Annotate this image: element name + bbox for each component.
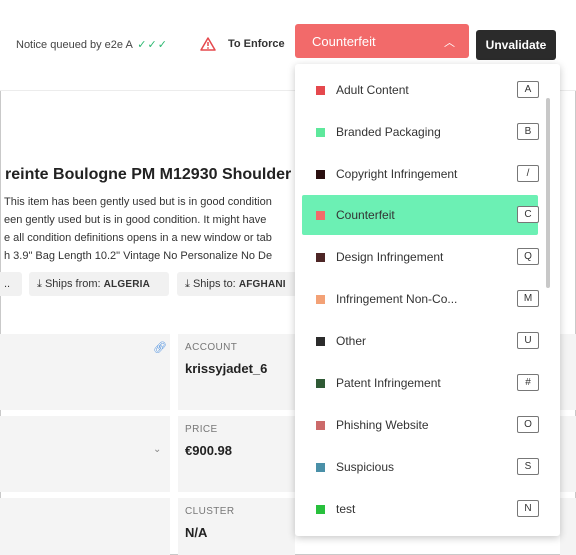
- ships-to-chip[interactable]: ⤓ Ships to: AFGHANI: [177, 272, 297, 296]
- info-card-right-edge: [560, 498, 576, 555]
- menu-item-label: Patent Infringement: [336, 376, 441, 390]
- warning-icon: [200, 37, 216, 51]
- shortcut-key: N: [517, 500, 539, 517]
- menu-scrollbar[interactable]: [546, 98, 550, 288]
- shortcut-key: B: [517, 123, 539, 140]
- unvalidate-button[interactable]: Unvalidate: [476, 30, 556, 60]
- description-line: h 3.9" Bag Length 10.2" Vintage No Perso…: [4, 250, 273, 262]
- account-value: krissyjadet_6: [185, 361, 268, 376]
- menu-item-infringement-non-co[interactable]: Infringement Non-Co... M: [302, 279, 539, 319]
- color-swatch: [316, 295, 325, 304]
- color-swatch: [316, 128, 325, 137]
- info-card-left-2[interactable]: [0, 416, 170, 492]
- menu-item-label: Branded Packaging: [336, 125, 441, 139]
- chevron-down-icon[interactable]: ⌄: [153, 444, 161, 455]
- category-menu: Adult Content A Branded Packaging B Copy…: [295, 64, 560, 536]
- info-card-right-edge: [560, 416, 576, 492]
- menu-item-label: test: [336, 502, 356, 516]
- status-dropdown-value: Counterfeit: [312, 34, 376, 49]
- chevron-up-icon: ︿: [444, 37, 455, 49]
- shortcut-key: S: [517, 458, 539, 475]
- menu-item-label: Copyright Infringement: [336, 167, 458, 181]
- color-swatch: [316, 421, 325, 430]
- menu-item-other[interactable]: Other U: [302, 321, 539, 361]
- shortcut-key: C: [517, 206, 539, 223]
- shortcut-key: O: [517, 416, 539, 433]
- menu-item-adult-content[interactable]: Adult Content A: [302, 70, 539, 110]
- download-icon: ⤓: [37, 278, 42, 290]
- ships-to-value: AFGHANI: [238, 279, 286, 290]
- ships-from-label: Ships from:: [44, 278, 101, 290]
- menu-item-label: Counterfeit: [336, 208, 395, 222]
- menu-item-design-infringement[interactable]: Design Infringement Q: [302, 237, 539, 277]
- ships-from-chip[interactable]: ⤓ Ships from: ALGERIA: [29, 272, 169, 296]
- color-swatch: [316, 170, 325, 179]
- menu-item-label: Phishing Website: [336, 418, 429, 432]
- to-enforce-label: To Enforce: [228, 38, 285, 50]
- account-label: ACCOUNT: [185, 342, 238, 353]
- menu-item-label: Adult Content: [336, 83, 409, 97]
- shortcut-key: M: [517, 290, 539, 307]
- color-swatch: [316, 505, 325, 514]
- shortcut-key: U: [517, 332, 539, 349]
- shortcut-key: /: [517, 165, 539, 182]
- info-card-left-3: [0, 498, 170, 555]
- color-swatch: [316, 86, 325, 95]
- link-icon[interactable]: 🔗︎: [153, 341, 167, 354]
- listing-description: This item has been gently used but is in…: [4, 193, 272, 265]
- color-swatch: [316, 463, 325, 472]
- notice-status: Notice queued by e2e A ✓✓✓: [16, 38, 168, 51]
- menu-item-label: Other: [336, 334, 367, 348]
- ships-to-label: Ships to:: [192, 278, 236, 290]
- cluster-label: CLUSTER: [185, 506, 235, 517]
- info-card-right-edge: [560, 334, 576, 410]
- price-card: PRICE €900.98: [178, 416, 295, 492]
- notice-text: Notice queued by e2e A: [16, 39, 133, 51]
- shortcut-key: Q: [517, 248, 539, 265]
- ships-from-value: ALGERIA: [103, 279, 151, 290]
- listing-title: reinte Boulogne PM M12930 Shoulder ba: [5, 166, 315, 183]
- color-swatch: [316, 379, 325, 388]
- download-icon: ⤓: [185, 278, 190, 290]
- menu-item-label: Suspicious: [336, 460, 395, 474]
- description-line: This item has been gently used but is in…: [4, 196, 272, 208]
- menu-item-copyright-infringement[interactable]: Copyright Infringement /: [302, 154, 539, 194]
- price-label: PRICE: [185, 424, 218, 435]
- description-line: een gently used but is in good condition…: [4, 214, 267, 226]
- color-swatch: [316, 211, 325, 220]
- menu-item-counterfeit[interactable]: Counterfeit C: [302, 195, 539, 235]
- shortcut-key: A: [517, 81, 539, 98]
- color-swatch: [316, 253, 325, 262]
- menu-item-suspicious[interactable]: Suspicious S: [302, 447, 539, 487]
- shortcut-key: #: [517, 374, 539, 391]
- menu-item-phishing-website[interactable]: Phishing Website O: [302, 405, 539, 445]
- menu-item-patent-infringement[interactable]: Patent Infringement #: [302, 363, 539, 403]
- menu-item-test[interactable]: test N: [302, 489, 539, 529]
- info-card-left-1: [0, 334, 170, 410]
- menu-item-branded-packaging[interactable]: Branded Packaging B: [302, 112, 539, 152]
- chip-truncated[interactable]: ..: [0, 272, 22, 296]
- color-swatch: [316, 337, 325, 346]
- checkmarks-icon: ✓✓✓: [137, 39, 168, 51]
- status-dropdown[interactable]: Counterfeit ︿: [295, 24, 469, 58]
- cluster-value: N/A: [185, 525, 208, 540]
- menu-item-label: Design Infringement: [336, 250, 444, 264]
- cluster-card: CLUSTER N/A: [178, 498, 295, 555]
- menu-item-label: Infringement Non-Co...: [336, 292, 458, 306]
- price-value: €900.98: [185, 443, 232, 458]
- account-card: ACCOUNT krissyjadet_6: [178, 334, 295, 410]
- description-line: e all condition definitions opens in a n…: [4, 232, 272, 244]
